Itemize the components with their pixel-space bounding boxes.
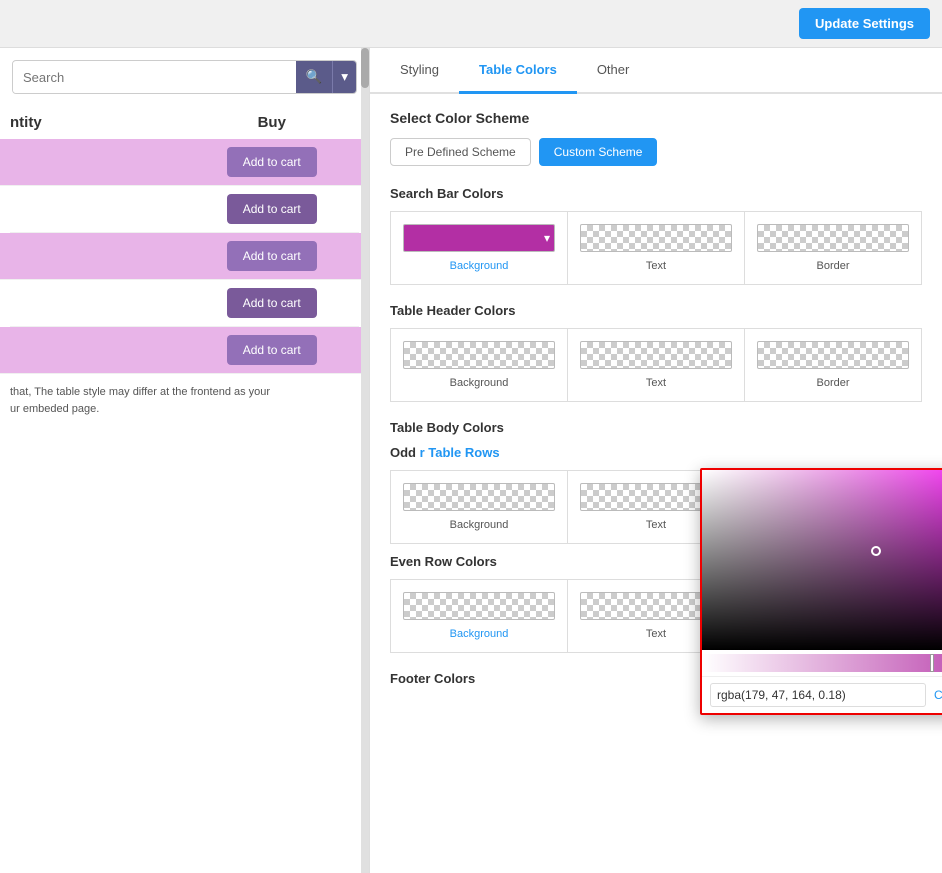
buy-cell: Add to cart xyxy=(185,194,360,224)
buy-cell: Add to cart xyxy=(185,335,360,365)
alpha-cursor xyxy=(930,654,934,672)
pre-defined-scheme-button[interactable]: Pre Defined Scheme xyxy=(390,138,531,166)
alpha-bar[interactable] xyxy=(702,654,942,672)
table-row: Add to cart xyxy=(10,280,359,327)
odd-bg-swatch[interactable] xyxy=(403,483,555,511)
search-bg-swatch-cell: Background xyxy=(391,212,568,284)
header-border-label: Border xyxy=(816,377,849,389)
header-text-label: Text xyxy=(646,377,666,389)
tab-other[interactable]: Other xyxy=(577,48,650,94)
add-to-cart-button[interactable]: Add to cart xyxy=(227,335,317,365)
search-icon: 🔍 xyxy=(306,69,323,84)
search-border-label: Border xyxy=(816,260,849,272)
search-text-label: Text xyxy=(646,260,666,272)
color-picker-gradient-area xyxy=(702,470,942,650)
dropdown-button[interactable]: ▾ xyxy=(332,61,356,93)
buy-cell: Add to cart xyxy=(185,288,360,318)
odd-text-label: Text xyxy=(646,519,666,531)
color-input-row: Clear OK xyxy=(702,676,942,713)
table-preview: ntity Buy Add to cart Add to cart xyxy=(0,106,369,374)
add-to-cart-button[interactable]: Add to cart xyxy=(227,194,317,224)
scroll-thumb xyxy=(361,48,369,88)
header-text-swatch[interactable] xyxy=(580,341,732,369)
scheme-buttons: Pre Defined Scheme Custom Scheme xyxy=(390,138,922,166)
table-header-row: ntity Buy xyxy=(10,106,359,139)
add-to-cart-button[interactable]: Add to cart xyxy=(227,241,317,271)
table-row: Add to cart xyxy=(10,186,359,233)
tabs: Styling Table Colors Other xyxy=(370,48,942,94)
buy-cell: Add to cart xyxy=(185,241,360,271)
color-gradient-picker[interactable] xyxy=(702,470,942,650)
table-header-colors-section: Table Header Colors Background Text Bord… xyxy=(390,303,922,402)
even-bg-swatch-cell: Background xyxy=(391,580,568,652)
header-bg-label: Background xyxy=(450,377,509,389)
picker-cursor xyxy=(871,546,881,556)
search-border-swatch[interactable] xyxy=(757,224,909,252)
odd-rows-subtitle: r Table Rows xyxy=(420,445,500,460)
tab-styling[interactable]: Styling xyxy=(380,48,459,94)
color-value-input[interactable] xyxy=(710,683,926,707)
search-bar: 🔍 ▾ xyxy=(12,60,357,94)
col-buy-header: Buy xyxy=(185,114,360,131)
add-to-cart-button[interactable]: Add to cart xyxy=(227,147,317,177)
search-input[interactable] xyxy=(13,62,296,93)
table-row: Add to cart xyxy=(0,139,369,186)
even-bg-swatch[interactable] xyxy=(403,592,555,620)
header-border-swatch-cell: Border xyxy=(745,329,921,401)
color-picker-popup: Clear OK xyxy=(700,468,942,715)
odd-rows-label: Odd r Table Rows xyxy=(390,445,922,460)
search-text-swatch-cell: Text xyxy=(568,212,745,284)
table-row: Add to cart xyxy=(0,327,369,374)
custom-scheme-button[interactable]: Custom Scheme xyxy=(539,138,658,166)
top-bar: Update Settings xyxy=(0,0,942,48)
header-border-swatch[interactable] xyxy=(757,341,909,369)
alpha-bar-container xyxy=(702,654,942,672)
search-icon-button[interactable]: 🔍 xyxy=(296,61,333,93)
right-panel: Styling Table Colors Other Select Color … xyxy=(370,48,942,873)
buy-cell: Add to cart xyxy=(185,147,360,177)
header-bg-swatch[interactable] xyxy=(403,341,555,369)
chevron-down-icon: ▾ xyxy=(341,69,348,84)
select-color-scheme-title: Select Color Scheme xyxy=(390,110,922,126)
scrollbar[interactable] xyxy=(361,48,369,873)
odd-bg-label: Background xyxy=(450,519,509,531)
odd-bg-swatch-cell: Background xyxy=(391,471,568,543)
header-bg-swatch-cell: Background xyxy=(391,329,568,401)
search-bar-colors-title: Search Bar Colors xyxy=(390,186,922,201)
notice-text: that, The table style may differ at the … xyxy=(0,374,369,427)
search-border-swatch-cell: Border xyxy=(745,212,921,284)
table-row: Add to cart xyxy=(0,233,369,280)
tab-table-colors[interactable]: Table Colors xyxy=(459,48,577,94)
main-layout: 🔍 ▾ ntity Buy Add to cart xyxy=(0,48,942,873)
table-header-colors-title: Table Header Colors xyxy=(390,303,922,318)
left-panel: 🔍 ▾ ntity Buy Add to cart xyxy=(0,48,370,873)
update-settings-button[interactable]: Update Settings xyxy=(799,8,930,39)
search-bar-colors-section: Search Bar Colors Background Text Border xyxy=(390,186,922,285)
search-text-swatch[interactable] xyxy=(580,224,732,252)
search-bar-swatches: Background Text Border xyxy=(390,211,922,285)
col-quantity-header: ntity xyxy=(10,114,185,131)
search-bg-swatch[interactable] xyxy=(403,224,555,252)
header-text-swatch-cell: Text xyxy=(568,329,745,401)
even-bg-label: Background xyxy=(450,628,509,640)
clear-button[interactable]: Clear xyxy=(934,688,942,702)
table-header-swatches: Background Text Border xyxy=(390,328,922,402)
even-text-label: Text xyxy=(646,628,666,640)
search-bg-label: Background xyxy=(450,260,509,272)
table-body-colors-title: Table Body Colors xyxy=(390,420,922,435)
add-to-cart-button[interactable]: Add to cart xyxy=(227,288,317,318)
